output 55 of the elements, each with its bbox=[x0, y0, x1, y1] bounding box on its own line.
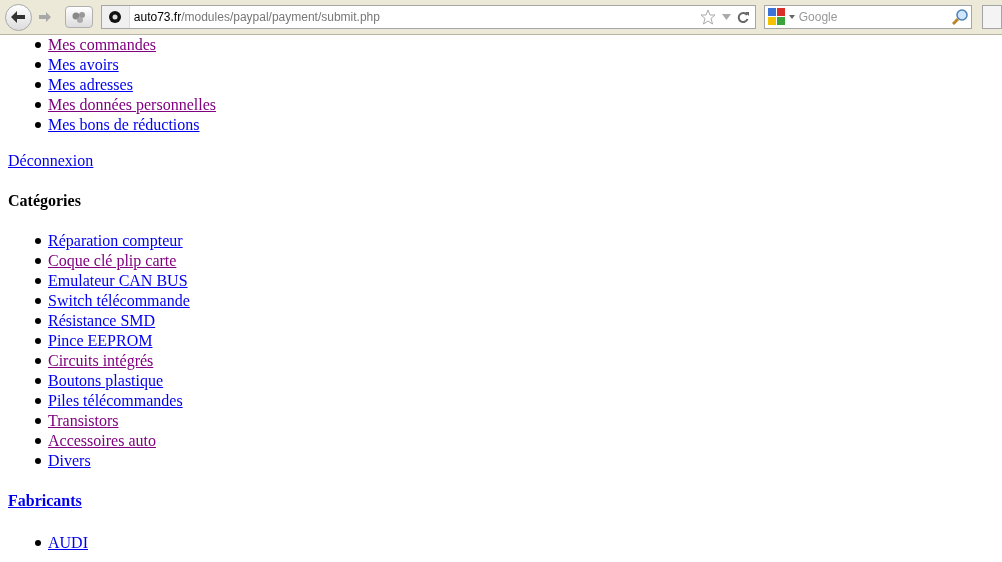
bullet-icon bbox=[35, 42, 41, 48]
bullet-icon bbox=[35, 82, 41, 88]
bullet-icon bbox=[35, 438, 41, 444]
bullet-icon bbox=[35, 102, 41, 108]
bullet-icon bbox=[35, 458, 41, 464]
dropdown-icon[interactable] bbox=[788, 15, 795, 19]
category-link[interactable]: Emulateur CAN BUS bbox=[48, 272, 188, 289]
extension-button[interactable] bbox=[65, 6, 93, 28]
back-arrow-icon bbox=[11, 11, 26, 23]
category-link[interactable]: Transistors bbox=[48, 412, 119, 429]
category-link[interactable]: Switch télécommande bbox=[48, 292, 190, 309]
circles-icon bbox=[72, 11, 87, 23]
bullet-icon bbox=[35, 398, 41, 404]
category-link[interactable]: Réparation compteur bbox=[48, 232, 183, 249]
account-link[interactable]: Mes bons de réductions bbox=[48, 116, 200, 133]
home-button[interactable] bbox=[982, 5, 1002, 29]
manufacturer-link[interactable]: AUDI bbox=[48, 534, 88, 551]
bullet-icon bbox=[35, 258, 41, 264]
account-link[interactable]: Mes avoirs bbox=[48, 56, 119, 73]
account-link[interactable]: Mes commandes bbox=[48, 36, 156, 53]
search-engine-icon bbox=[767, 8, 786, 26]
back-button[interactable] bbox=[5, 3, 32, 31]
category-link[interactable]: Résistance SMD bbox=[48, 312, 156, 329]
category-link[interactable]: Pince EEPROM bbox=[48, 332, 153, 349]
bullet-icon bbox=[35, 298, 41, 304]
bullet-icon bbox=[35, 238, 41, 244]
star-icon[interactable] bbox=[699, 9, 716, 25]
bullet-icon bbox=[35, 378, 41, 384]
account-link[interactable]: Mes données personnelles bbox=[48, 96, 216, 113]
category-link[interactable]: Piles télécommandes bbox=[48, 392, 183, 409]
address-bar[interactable]: auto73.fr/modules/paypal/payment/submit.php bbox=[100, 5, 756, 29]
bullet-icon bbox=[35, 278, 41, 284]
section-heading-link[interactable]: Fabricants bbox=[8, 492, 82, 509]
bullet-icon bbox=[35, 540, 41, 546]
bullet-icon bbox=[35, 338, 41, 344]
url-text: auto73.fr/modules/paypal/payment/submit.php bbox=[133, 9, 380, 26]
account-link[interactable]: Mes adresses bbox=[48, 76, 133, 93]
forward-arrow-icon bbox=[39, 12, 52, 22]
reload-icon[interactable] bbox=[736, 11, 749, 23]
bullet-icon bbox=[35, 318, 41, 324]
section-heading: Catégories bbox=[7, 191, 82, 211]
category-link[interactable]: Boutons plastique bbox=[48, 372, 164, 389]
site-icon bbox=[109, 11, 122, 23]
category-link[interactable]: Accessoires auto bbox=[48, 432, 156, 449]
bullet-icon bbox=[35, 358, 41, 364]
search-icon[interactable] bbox=[952, 9, 969, 25]
category-link[interactable]: Coque clé plip carte bbox=[48, 252, 177, 269]
category-link[interactable]: Circuits intégrés bbox=[48, 352, 154, 369]
bullet-icon bbox=[35, 418, 41, 424]
category-link[interactable]: Divers bbox=[48, 452, 91, 469]
logout-link[interactable]: Déconnexion bbox=[8, 152, 94, 169]
search-input[interactable]: Google bbox=[798, 8, 949, 26]
search-field[interactable]: Google bbox=[763, 5, 973, 29]
bullet-icon bbox=[35, 62, 41, 68]
bullet-icon bbox=[35, 122, 41, 128]
